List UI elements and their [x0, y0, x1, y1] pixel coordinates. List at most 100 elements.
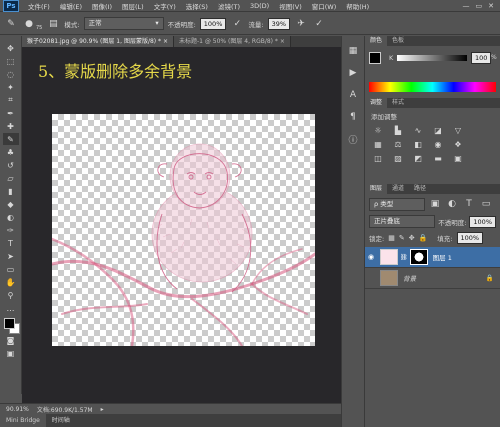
- properties-panel-icon[interactable]: ⓘ: [346, 132, 360, 146]
- marquee-tool-icon[interactable]: ⬚: [3, 55, 19, 67]
- hue-saturation-icon[interactable]: ▦: [371, 139, 385, 149]
- status-arrow-icon[interactable]: ▸: [101, 406, 104, 413]
- tab-mini-bridge[interactable]: Mini Bridge: [0, 414, 46, 427]
- zoom-tool-icon[interactable]: ⚲: [3, 289, 19, 301]
- lock-image-icon[interactable]: ✎: [399, 234, 405, 242]
- healing-tool-icon[interactable]: ✚: [3, 120, 19, 132]
- lock-position-icon[interactable]: ✥: [409, 234, 415, 242]
- tab-swatches[interactable]: 色板: [387, 36, 409, 46]
- levels-icon[interactable]: ▙: [391, 125, 405, 135]
- pen-tool-icon[interactable]: ✑: [3, 224, 19, 236]
- channel-mixer-icon[interactable]: ❖: [451, 139, 465, 149]
- close-icon[interactable]: ×: [280, 38, 285, 45]
- photo-filter-icon[interactable]: ◉: [431, 139, 445, 149]
- menu-image[interactable]: 图像(I): [87, 1, 117, 11]
- tab-untitled-document[interactable]: 未标题-1 @ 50% (图层 4, RGB/8) * ×: [173, 36, 291, 47]
- mode-dropdown[interactable]: 正常 ▾: [83, 17, 164, 30]
- foreground-color-swatch[interactable]: [369, 52, 381, 64]
- eyedropper-tool-icon[interactable]: ✒: [3, 107, 19, 119]
- type-filter-icon[interactable]: T: [462, 197, 476, 211]
- history-panel-icon[interactable]: ▦: [346, 44, 360, 58]
- character-panel-icon[interactable]: A: [346, 88, 360, 102]
- link-icon[interactable]: ⛓: [400, 254, 408, 261]
- brush-tool-icon[interactable]: ✎: [2, 133, 19, 145]
- brush-panel-icon[interactable]: ▤: [46, 17, 60, 31]
- eraser-tool-icon[interactable]: ▱: [3, 172, 19, 184]
- foreground-color-swatch[interactable]: [3, 318, 15, 329]
- layer-opacity-field[interactable]: 100%: [469, 215, 496, 228]
- restore-button[interactable]: ▭: [476, 2, 483, 10]
- tab-monkey-document[interactable]: 猴子02081.jpg @ 90.9% (图层 1, 图层蒙版/8) * ×: [22, 36, 174, 47]
- layer-row[interactable]: 背景 🔒: [365, 268, 500, 289]
- quick-mask-icon[interactable]: ◙: [3, 334, 19, 346]
- invert-icon[interactable]: ◫: [371, 153, 385, 163]
- threshold-icon[interactable]: ◩: [411, 153, 425, 163]
- layer-filter-dropdown[interactable]: ρ 类型: [369, 197, 425, 211]
- menu-3d[interactable]: 3D(D): [245, 2, 274, 10]
- blur-tool-icon[interactable]: ◆: [3, 198, 19, 210]
- brush-tool-icon[interactable]: ✎: [4, 17, 18, 31]
- black-white-icon[interactable]: ◧: [411, 139, 425, 149]
- tab-layers[interactable]: 图层: [365, 184, 388, 194]
- tab-adjustments[interactable]: 调整: [365, 98, 388, 108]
- layer-mask-thumbnail[interactable]: [409, 249, 428, 265]
- doc-size-info[interactable]: 文档:690.9K/1.57M: [37, 405, 93, 414]
- blend-mode-dropdown[interactable]: 正片叠底: [369, 215, 436, 228]
- posterize-icon[interactable]: ▨: [391, 153, 405, 163]
- quick-select-tool-icon[interactable]: ✦: [3, 81, 19, 93]
- hand-tool-icon[interactable]: ✋: [3, 276, 19, 288]
- menu-file[interactable]: 文件(F): [23, 1, 55, 11]
- k-value-field[interactable]: 100: [471, 52, 492, 64]
- vibrance-icon[interactable]: ▽: [451, 125, 465, 135]
- menu-help[interactable]: 帮助(H): [341, 1, 374, 11]
- visibility-eye-icon[interactable]: ◉: [365, 253, 377, 261]
- brush-preset-icon[interactable]: ●: [22, 17, 36, 31]
- crop-tool-icon[interactable]: ⌗: [3, 94, 19, 106]
- tab-styles[interactable]: 样式: [387, 98, 409, 108]
- exposure-icon[interactable]: ◪: [431, 125, 445, 135]
- layer-row[interactable]: ◉ ⛓ 图层 1: [365, 247, 500, 268]
- color-spectrum-ramp[interactable]: [369, 82, 496, 92]
- gradient-tool-icon[interactable]: ▮: [3, 185, 19, 197]
- paragraph-panel-icon[interactable]: ¶: [346, 110, 360, 124]
- menu-window[interactable]: 窗口(W): [307, 1, 342, 11]
- actions-panel-icon[interactable]: ▶: [346, 66, 360, 80]
- tab-timeline[interactable]: 时间轴: [46, 414, 76, 427]
- menu-layer[interactable]: 图层(L): [117, 1, 149, 11]
- stamp-tool-icon[interactable]: ♣: [3, 146, 19, 158]
- tab-color[interactable]: 颜色: [365, 36, 388, 46]
- shape-tool-icon[interactable]: ▭: [3, 263, 19, 275]
- menu-edit[interactable]: 编辑(E): [55, 1, 87, 11]
- flow-field[interactable]: 39%: [267, 17, 291, 30]
- lasso-tool-icon[interactable]: ◌: [3, 68, 19, 80]
- more-tools-icon[interactable]: …: [3, 302, 19, 314]
- document-canvas[interactable]: [52, 114, 315, 346]
- menu-select[interactable]: 选择(S): [181, 1, 213, 11]
- color-balance-icon[interactable]: ⚖: [391, 139, 405, 149]
- move-tool-icon[interactable]: ✥: [3, 42, 19, 54]
- curves-icon[interactable]: ∿: [411, 125, 425, 135]
- close-icon[interactable]: ×: [163, 38, 168, 45]
- tab-paths[interactable]: 路径: [409, 184, 431, 194]
- tab-channels[interactable]: 通道: [387, 184, 409, 194]
- opacity-field[interactable]: 100%: [199, 17, 227, 30]
- menu-type[interactable]: 文字(Y): [149, 1, 181, 11]
- screen-mode-icon[interactable]: ▣: [3, 347, 19, 359]
- path-select-tool-icon[interactable]: ➤: [3, 250, 19, 262]
- airbrush-icon[interactable]: ✈: [294, 17, 308, 31]
- gradient-map-icon[interactable]: ▬: [431, 153, 445, 163]
- dodge-tool-icon[interactable]: ◐: [3, 211, 19, 223]
- fill-field[interactable]: 100%: [456, 232, 484, 244]
- brightness-icon[interactable]: ☼: [371, 125, 385, 135]
- close-button[interactable]: ✕: [488, 2, 494, 10]
- pressure-size-icon[interactable]: ✓: [312, 17, 326, 31]
- history-brush-icon[interactable]: ↺: [3, 159, 19, 171]
- zoom-level[interactable]: 90.91%: [6, 406, 29, 413]
- selective-color-icon[interactable]: ▣: [451, 153, 465, 163]
- lock-all-icon[interactable]: 🔒: [419, 234, 428, 242]
- k-slider[interactable]: [397, 55, 467, 61]
- pressure-opacity-icon[interactable]: ✓: [230, 17, 244, 31]
- menu-view[interactable]: 视图(V): [274, 1, 307, 11]
- layer-name[interactable]: 图层 1: [433, 252, 452, 262]
- layer-name[interactable]: 背景: [403, 273, 416, 283]
